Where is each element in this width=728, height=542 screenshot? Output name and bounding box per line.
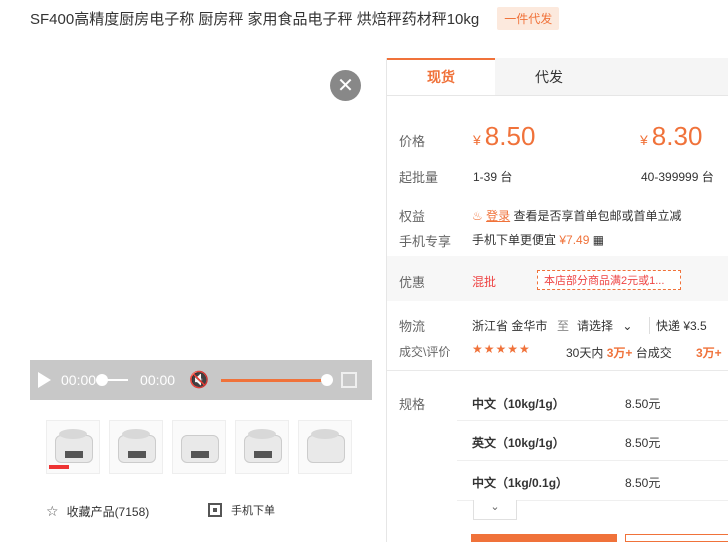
logistics-label: 物流 (399, 319, 426, 334)
mobile-order-label: 手机下单 (231, 505, 275, 517)
benefits-label: 权益 (399, 209, 426, 224)
dropship-badge[interactable]: 一件代发 (497, 6, 560, 30)
volume-slider[interactable] (221, 373, 334, 386)
rating-stars: ★★★★★ (472, 342, 531, 356)
thumbnail-5[interactable] (298, 420, 352, 474)
price-label: 价格 (399, 134, 426, 149)
close-icon: ✕ (337, 75, 354, 97)
spec-price-2: 8.50元 (625, 436, 661, 450)
thumbnail-3[interactable] (172, 420, 226, 474)
mute-icon[interactable]: 🔇 (189, 370, 209, 390)
add-to-cart-button[interactable] (625, 534, 728, 542)
spec-item-1[interactable]: 中文（10kg/1g） (472, 395, 565, 412)
price-tier-2: ¥ 8.30 (640, 121, 703, 151)
divider (457, 420, 728, 421)
media-area: ✕ 00:00 00:00 🔇 (30, 58, 372, 403)
price-tier-1: ¥ 8.50 (473, 121, 536, 151)
thumbnail-strip (46, 420, 352, 474)
qr-code-icon[interactable]: ▦ (593, 233, 604, 247)
specs-label: 规格 (399, 397, 426, 412)
progress-knob[interactable] (96, 374, 109, 386)
spec-item-2[interactable]: 英文（10kg/1g） (472, 434, 565, 451)
progress-bar[interactable] (96, 374, 129, 386)
duration: 00:00 (140, 372, 176, 388)
play-icon[interactable] (38, 372, 51, 388)
star-icon: ☆ (46, 503, 59, 519)
destination-select[interactable]: 请选择 ⌄ (577, 317, 632, 334)
title-row: SF400高精度厨房电子称 厨房秤 家用食品电子秤 烘焙秤药材秤10kg 一件代… (30, 6, 560, 30)
expand-specs-button[interactable]: ⌄ (473, 500, 517, 520)
video-player-controls: 00:00 00:00 🔇 (30, 360, 372, 400)
mobile-order-button[interactable]: 手机下单 (208, 502, 275, 518)
favorite-label: 收藏产品(7158) (66, 505, 150, 519)
volume-knob[interactable] (321, 373, 334, 386)
thumbnail-1[interactable] (46, 420, 100, 474)
fullscreen-icon[interactable] (341, 372, 358, 388)
sales-info: 30天内 3万+ 台成交 (566, 346, 672, 360)
favorite-button[interactable]: ☆ 收藏产品(7158) (46, 503, 149, 520)
qr-code-icon (208, 503, 222, 517)
close-video-button[interactable]: ✕ (330, 70, 361, 101)
login-link[interactable]: 登录 (486, 209, 510, 223)
tab-in-stock[interactable]: 现货 (387, 58, 495, 95)
express-fee: 快递 ¥3.5 (649, 317, 707, 334)
current-time: 00:00 (61, 372, 97, 388)
product-title: SF400高精度厨房电子称 厨房秤 家用食品电子秤 烘焙秤药材秤10kg (30, 10, 480, 28)
promotion-type: 混批 (472, 275, 497, 289)
to-label: 至 (557, 319, 570, 333)
tab-bar: 现货 代发 (387, 58, 728, 96)
promotion-tag[interactable]: 本店部分商品满2元或1... (537, 270, 681, 290)
divider (457, 460, 728, 461)
sales-extra: 3万+ (696, 346, 722, 360)
benefits-text: ♨ 登录 查看是否享首单包邮或首单立减 (472, 209, 682, 223)
chevron-down-icon: ⌄ (622, 319, 633, 333)
thumbnail-2[interactable] (109, 420, 163, 474)
thumbnail-4[interactable] (235, 420, 289, 474)
mobile-exclusive-text: 手机下单更便宜 ¥7.49 ▦ (472, 233, 605, 247)
promotion-label: 优惠 (399, 275, 426, 290)
moq-tier-1: 1-39 台 (473, 170, 513, 184)
reviews-label: 成交\评价 (399, 345, 451, 359)
mobile-exclusive-label: 手机专享 (399, 234, 452, 249)
spec-item-3[interactable]: 中文（1kg/0.1g） (472, 474, 568, 491)
chevron-down-icon: ⌄ (490, 501, 500, 513)
divider (387, 370, 728, 371)
moq-label: 起批量 (399, 170, 439, 185)
order-button[interactable] (471, 534, 617, 542)
origin: 浙江省 金华市 (472, 319, 548, 333)
purchase-panel: 现货 代发 价格 ¥ 8.50 ¥ 8.30 起批量 1-39 台 40-399… (386, 58, 728, 542)
tab-dropship[interactable]: 代发 (495, 58, 603, 95)
coupon-icon: ♨ (472, 209, 483, 223)
spec-price-3: 8.50元 (625, 476, 661, 490)
spec-price-1: 8.50元 (625, 397, 661, 411)
moq-tier-2: 40-399999 台 (641, 170, 714, 184)
